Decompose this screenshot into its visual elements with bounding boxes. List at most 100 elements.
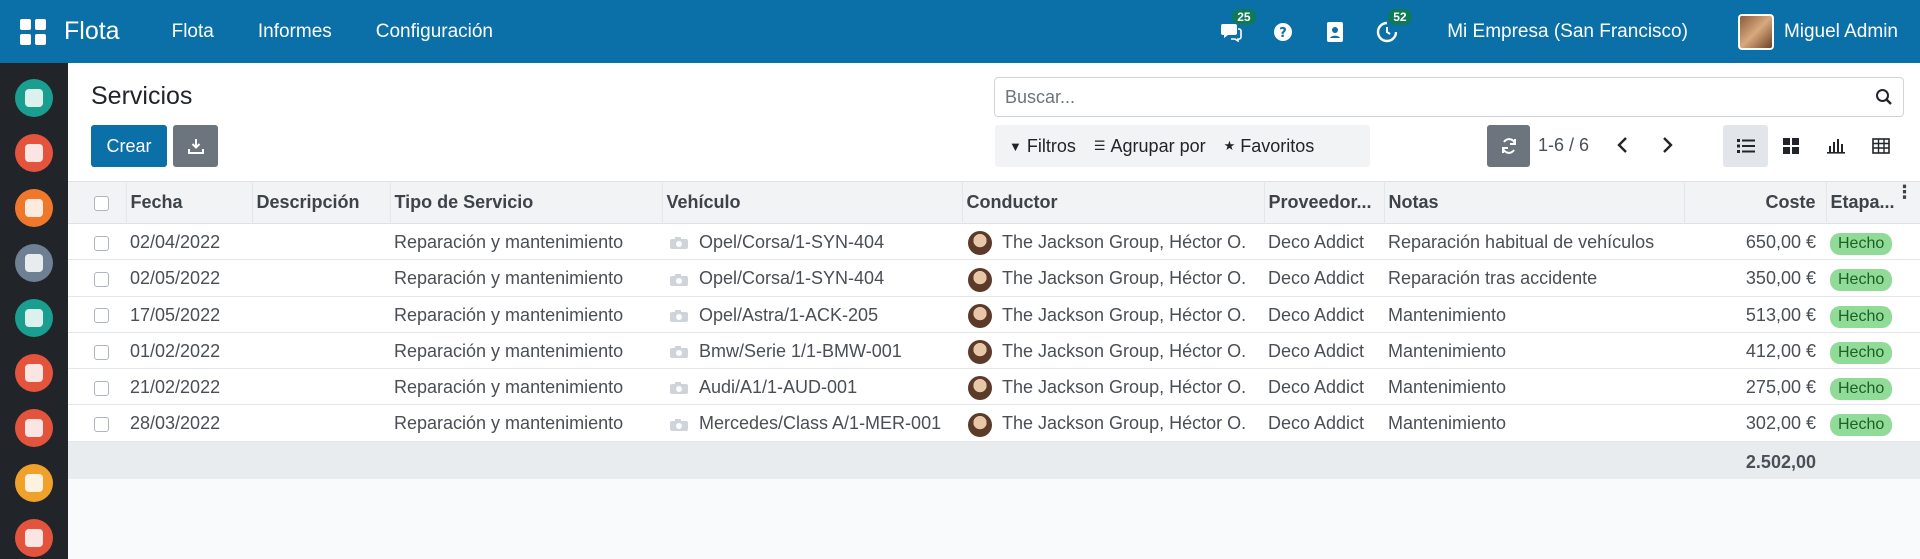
cell-vehiculo: Bmw/Serie 1/1-BMW-001	[662, 332, 962, 368]
vehicle-name: Opel/Astra/1-ACK-205	[699, 304, 879, 325]
stage-badge: Hecho	[1830, 341, 1893, 364]
app-brand[interactable]: Flota	[64, 17, 120, 46]
stage-badge: Hecho	[1830, 269, 1893, 292]
contacts-book-icon[interactable]	[1322, 19, 1348, 45]
table-row[interactable]: 02/04/2022 Reparación y mantenimiento Op…	[68, 223, 1920, 260]
search-icon[interactable]	[1875, 88, 1893, 106]
cell-fecha: 01/02/2022	[130, 340, 221, 361]
cell-coste: 650,00 €	[1745, 232, 1816, 252]
pager-value[interactable]: 1-6 / 6	[1538, 135, 1589, 156]
row-checkbox[interactable]	[94, 308, 109, 324]
menu-informes[interactable]: Informes	[258, 21, 332, 43]
menu-configuracion[interactable]: Configuración	[376, 21, 493, 43]
pivot-view-button[interactable]	[1858, 125, 1903, 167]
group-by-dropdown[interactable]: ☰ Agrupar por	[1094, 136, 1206, 157]
cell-etapa: Hecho	[1826, 369, 1920, 405]
user-avatar[interactable]	[1737, 13, 1774, 50]
cell-etapa: Hecho	[1826, 296, 1920, 332]
fleet-app-icon[interactable]	[15, 519, 53, 557]
bar-chart-icon	[1826, 139, 1845, 154]
top-navbar: Flota Flota Informes Configuración 25 ? …	[0, 0, 1920, 63]
pager-next-icon[interactable]	[1657, 133, 1677, 157]
cell-notas: Reparación tras accidente	[1388, 268, 1598, 289]
cell-notas: Mantenimiento	[1388, 340, 1507, 361]
driver-name: The Jackson Group, Héctor O.	[1002, 304, 1247, 325]
discuss-app-icon[interactable]	[15, 79, 53, 117]
row-checkbox[interactable]	[94, 380, 109, 396]
menu-flota[interactable]: Flota	[172, 21, 214, 43]
refresh-icon	[1501, 138, 1516, 154]
optional-columns-icon[interactable]: ⋮	[1896, 182, 1914, 203]
table-row[interactable]: 02/05/2022 Reparación y mantenimiento Op…	[68, 259, 1920, 296]
cell-conductor: The Jackson Group, Héctor O.	[962, 405, 1264, 441]
pager-previous-icon[interactable]	[1613, 133, 1633, 157]
table-row[interactable]: 28/03/2022 Reparación y mantenimiento Me…	[68, 404, 1920, 441]
filters-label: Filtros	[1026, 135, 1076, 156]
crm-app-icon[interactable]	[15, 299, 53, 337]
create-button[interactable]: Crear	[91, 125, 167, 167]
filters-dropdown[interactable]: ▼ Filtros	[1009, 136, 1076, 157]
view-switcher	[1723, 125, 1906, 167]
col-tipo-servicio[interactable]: Tipo de Servicio	[390, 181, 663, 224]
cell-vehiculo: Opel/Corsa/1-SYN-404	[662, 260, 962, 296]
col-proveedor[interactable]: Proveedor...	[1264, 181, 1385, 224]
search-input[interactable]	[995, 78, 1855, 116]
cell-fecha: 02/04/2022	[130, 232, 221, 252]
driver-avatar	[968, 267, 992, 292]
stage-badge: Hecho	[1830, 233, 1893, 255]
cell-descripcion	[252, 224, 390, 260]
download-button[interactable]	[173, 125, 218, 167]
cell-descripcion	[252, 405, 390, 441]
cell-coste: 350,00 €	[1745, 268, 1816, 289]
cell-notas: Reparación habitual de vehículos	[1388, 232, 1655, 252]
vehicle-image-icon	[670, 418, 688, 431]
table-row[interactable]: 01/02/2022 Reparación y mantenimiento Bm…	[68, 332, 1920, 369]
cell-etapa: Hecho	[1826, 405, 1920, 441]
messages-icon[interactable]: 25	[1218, 8, 1256, 45]
row-checkbox[interactable]	[94, 272, 109, 287]
cell-notas: Mantenimiento	[1388, 304, 1507, 325]
cell-tipo: Reparación y mantenimiento	[394, 377, 624, 397]
cell-fecha: 21/02/2022	[130, 377, 221, 397]
select-all-checkbox[interactable]	[94, 195, 109, 211]
refresh-button[interactable]	[1487, 125, 1530, 167]
table-row[interactable]: 21/02/2022 Reparación y mantenimiento Au…	[68, 368, 1920, 405]
group-by-label: Agrupar por	[1110, 135, 1206, 156]
contacts-app-icon[interactable]	[15, 244, 53, 282]
app-switcher-icon[interactable]	[20, 18, 46, 45]
table-row[interactable]: 17/05/2022 Reparación y mantenimiento Op…	[68, 296, 1920, 333]
cell-coste: 302,00 €	[1745, 413, 1816, 434]
user-menu[interactable]: Miguel Admin	[1784, 21, 1898, 43]
col-notas[interactable]: Notas	[1384, 181, 1685, 224]
help-icon[interactable]: ?	[1270, 19, 1296, 45]
notes-app-icon[interactable]	[15, 189, 53, 227]
kanban-view-button[interactable]	[1768, 125, 1813, 167]
sales-app-icon[interactable]	[15, 354, 53, 392]
col-fecha[interactable]: Fecha	[126, 181, 253, 224]
cell-proveedor: Deco Addict	[1268, 413, 1365, 434]
cell-tipo: Reparación y mantenimiento	[394, 268, 624, 289]
col-vehiculo[interactable]: Vehículo	[662, 181, 963, 224]
select-all-checkbox-cell[interactable]	[68, 181, 127, 224]
row-checkbox[interactable]	[94, 235, 109, 251]
favorites-dropdown[interactable]: ★ Favoritos	[1224, 136, 1315, 157]
cell-tipo: Reparación y mantenimiento	[394, 340, 624, 361]
company-switcher[interactable]: Mi Empresa (San Francisco)	[1447, 21, 1688, 43]
activity-clock-icon[interactable]: 52	[1374, 8, 1412, 45]
driver-name: The Jackson Group, Héctor O.	[1002, 377, 1247, 397]
list-view-button[interactable]	[1723, 125, 1768, 167]
bars-icon: ☰	[1093, 138, 1106, 153]
cell-vehiculo: Audi/A1/1-AUD-001	[662, 369, 962, 405]
col-etapa[interactable]: Etapa... ⋮	[1826, 181, 1920, 224]
graph-view-button[interactable]	[1813, 125, 1858, 167]
row-checkbox[interactable]	[94, 344, 109, 360]
driver-name: The Jackson Group, Héctor O.	[1002, 268, 1247, 289]
row-checkbox[interactable]	[94, 417, 109, 432]
employees-app-icon[interactable]	[15, 464, 53, 502]
col-descripcion[interactable]: Descripción	[252, 181, 391, 224]
dashboards-app-icon[interactable]	[15, 409, 53, 447]
cell-tipo: Reparación y mantenimiento	[394, 304, 624, 325]
col-conductor[interactable]: Conductor	[962, 181, 1265, 224]
calendar-app-icon[interactable]	[15, 134, 53, 172]
col-coste[interactable]: Coste	[1684, 181, 1827, 224]
